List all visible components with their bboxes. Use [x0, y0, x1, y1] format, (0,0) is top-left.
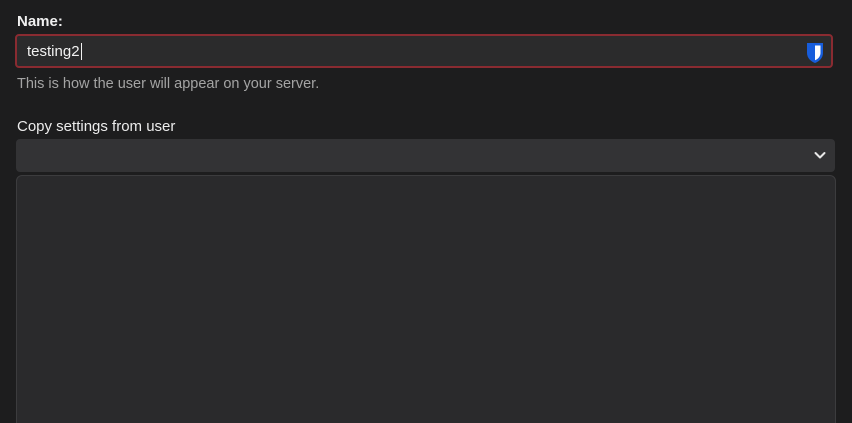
- bitwarden-shield-icon[interactable]: [805, 42, 825, 64]
- user-form: Name: testing2 This is how the user will…: [0, 0, 852, 423]
- copy-settings-label: Copy settings from user: [17, 118, 176, 135]
- name-input[interactable]: testing2: [15, 34, 833, 68]
- name-help-text: This is how the user will appear on your…: [17, 76, 320, 92]
- chevron-down-icon: [813, 148, 827, 162]
- copy-settings-select[interactable]: [16, 139, 835, 172]
- name-input-value: testing2: [27, 42, 80, 60]
- text-caret: [80, 42, 82, 60]
- name-label: Name:: [17, 13, 63, 30]
- dropdown-options-panel[interactable]: [16, 175, 836, 423]
